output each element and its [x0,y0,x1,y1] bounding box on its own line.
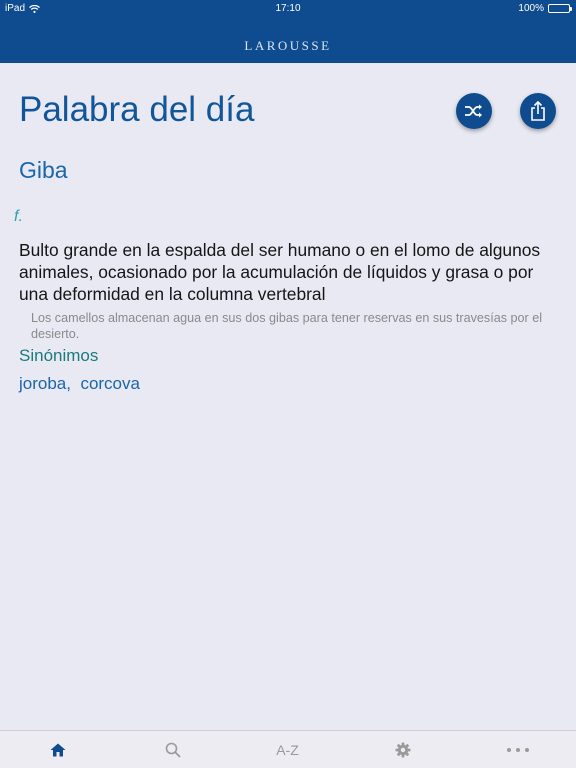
example-sentence: Los camellos almacenan agua en sus dos g… [31,311,543,341]
definition-text: Bulto grande en la espalda del ser human… [19,240,541,304]
gear-icon [395,742,410,758]
shuffle-icon [465,104,482,118]
word-headword: Giba [19,157,68,183]
synonym-link[interactable]: joroba, [19,374,71,393]
tab-a-z[interactable]: A-Z [230,731,345,768]
synonyms-label: Sinónimos [19,346,99,365]
share-icon [531,101,545,121]
status-time: 17:10 [275,3,301,14]
main-content: Palabra del día Giba f. Bulto grande en … [0,63,576,730]
tab-home[interactable] [0,731,115,768]
battery-icon [548,4,572,13]
tab-settings[interactable] [345,731,460,768]
synonyms-list: joroba, corcova [19,374,140,394]
tab-search[interactable] [115,731,230,768]
battery-percent: 100% [518,3,544,14]
page-title: Palabra del día [19,90,255,129]
status-bar: iPad 17:10 100% [0,0,576,18]
part-of-speech: f. [14,208,23,225]
tab-more[interactable] [460,731,576,768]
more-icon [507,748,529,752]
a-z-label: A-Z [276,742,299,758]
home-icon [50,743,65,757]
search-icon [165,742,181,758]
shuffle-button[interactable] [456,93,492,129]
share-button[interactable] [520,93,556,129]
app-header: iPad 17:10 100% LAROUSSE [0,0,576,63]
tab-bar: A-Z [0,730,576,768]
synonym-link[interactable]: corcova [80,374,140,393]
brand-logo: LAROUSSE [244,38,332,53]
